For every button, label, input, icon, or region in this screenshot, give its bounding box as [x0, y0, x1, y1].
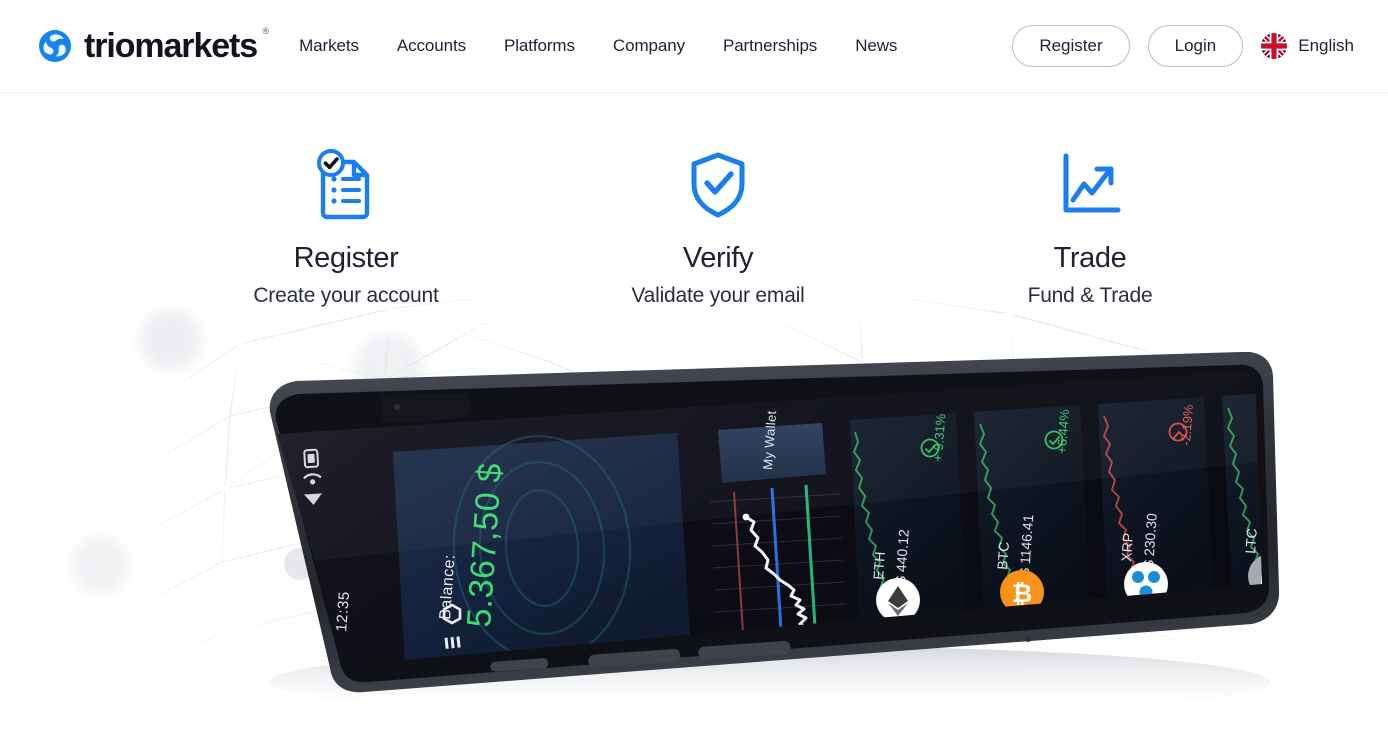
- uk-flag-icon: [1261, 33, 1288, 59]
- step-register-icon-wrap: [313, 148, 379, 220]
- trade-chart-arrow-icon: [1063, 153, 1121, 213]
- menu-bars-icon[interactable]: [444, 636, 461, 649]
- nav-item-accounts[interactable]: Accounts: [397, 30, 466, 62]
- step-trade-icon-wrap: [1054, 148, 1126, 220]
- register-button[interactable]: Register: [1012, 25, 1130, 67]
- ltc-symbol: LTC: [1242, 528, 1260, 554]
- nav-item-platforms[interactable]: Platforms: [504, 30, 575, 62]
- shield-check-icon: [691, 152, 745, 218]
- header-actions: Register Login English: [1012, 25, 1354, 67]
- svg-text:₿: ₿: [1012, 580, 1032, 608]
- language-label: English: [1298, 36, 1354, 55]
- brand-name-text: triomarkets: [84, 27, 258, 65]
- step-register-subtitle: Create your account: [253, 284, 439, 307]
- step-verify[interactable]: Verify Validate your email: [532, 148, 904, 308]
- step-register-title: Register: [293, 242, 399, 274]
- step-trade[interactable]: Trade Fund & Trade: [904, 148, 1276, 308]
- nav-item-markets[interactable]: Markets: [299, 30, 359, 62]
- nav-item-partnerships[interactable]: Partnerships: [723, 30, 817, 62]
- nav-item-company[interactable]: Company: [613, 30, 685, 62]
- page-root: triomarkets ® Markets Accounts Platforms…: [0, 0, 1388, 736]
- brand-trademark: ®: [262, 26, 270, 36]
- brand-logo[interactable]: triomarkets ®: [38, 27, 269, 65]
- phone-mockup: 12:35 Balance: 5.367,50 $ My Wallet + 9.…: [150, 352, 1280, 712]
- step-verify-icon-wrap: [687, 148, 749, 220]
- register-document-check-icon: [317, 149, 370, 220]
- nav-item-news[interactable]: News: [855, 30, 897, 62]
- phone-camera: [393, 403, 401, 411]
- phone-device: 12:35 Balance: 5.367,50 $ My Wallet + 9.…: [269, 352, 1280, 712]
- onboarding-steps: Register Create your account Verify Vali…: [0, 148, 1388, 308]
- brand-name: triomarkets ®: [84, 27, 269, 65]
- login-button[interactable]: Login: [1147, 25, 1244, 67]
- step-trade-title: Trade: [1053, 242, 1127, 274]
- triomarkets-logo-icon: [39, 30, 71, 62]
- xrp-symbol: XRP: [1118, 532, 1136, 562]
- hero-section: Register Create your account Verify Vali…: [0, 94, 1388, 736]
- site-header: triomarkets ® Markets Accounts Platforms…: [0, 0, 1388, 93]
- btc-symbol: BTC: [994, 541, 1012, 570]
- step-verify-title: Verify: [682, 242, 754, 274]
- eth-symbol: ETH: [870, 551, 888, 580]
- step-verify-subtitle: Validate your email: [631, 284, 805, 307]
- phone-clock: 12:35: [333, 591, 353, 633]
- language-selector[interactable]: English: [1261, 33, 1354, 59]
- step-register[interactable]: Register Create your account: [160, 148, 532, 308]
- main-navigation: Markets Accounts Platforms Company Partn…: [299, 30, 897, 62]
- step-trade-subtitle: Fund & Trade: [1027, 284, 1153, 307]
- phone-mic: [1025, 636, 1031, 642]
